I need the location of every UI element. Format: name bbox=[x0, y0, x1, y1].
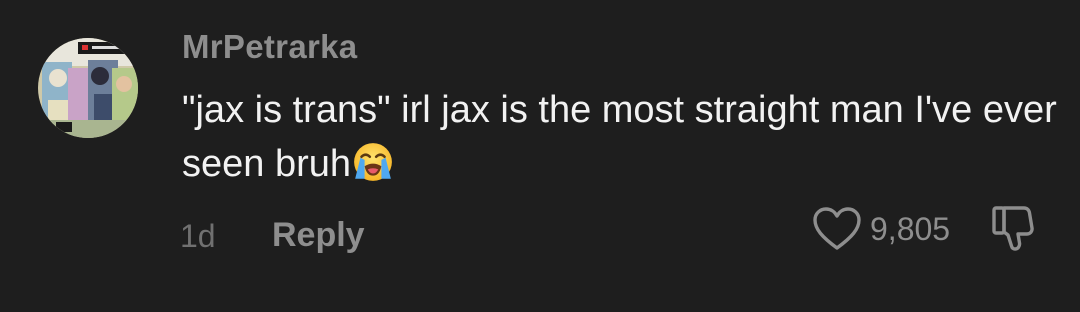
comment-text-block: "jax is trans" irl jax is the most strai… bbox=[182, 83, 1062, 191]
like-button[interactable]: 9,805 bbox=[812, 204, 950, 254]
comment-timestamp: 1d bbox=[180, 218, 216, 254]
loudly-crying-face-emoji bbox=[354, 143, 392, 181]
avatar-image bbox=[38, 38, 138, 138]
comment-username[interactable]: MrPetrarka bbox=[182, 28, 357, 66]
comment-text: "jax is trans" irl jax is the most strai… bbox=[182, 89, 1057, 185]
like-count: 9,805 bbox=[870, 210, 951, 247]
reply-button[interactable]: Reply bbox=[272, 216, 365, 255]
heart-outline-icon[interactable] bbox=[812, 206, 862, 252]
comment-item: MrPetrarka "jax is trans" irl jax is the… bbox=[0, 0, 1080, 312]
thumbs-down-outline-icon[interactable] bbox=[990, 204, 1042, 252]
avatar[interactable] bbox=[38, 38, 138, 138]
